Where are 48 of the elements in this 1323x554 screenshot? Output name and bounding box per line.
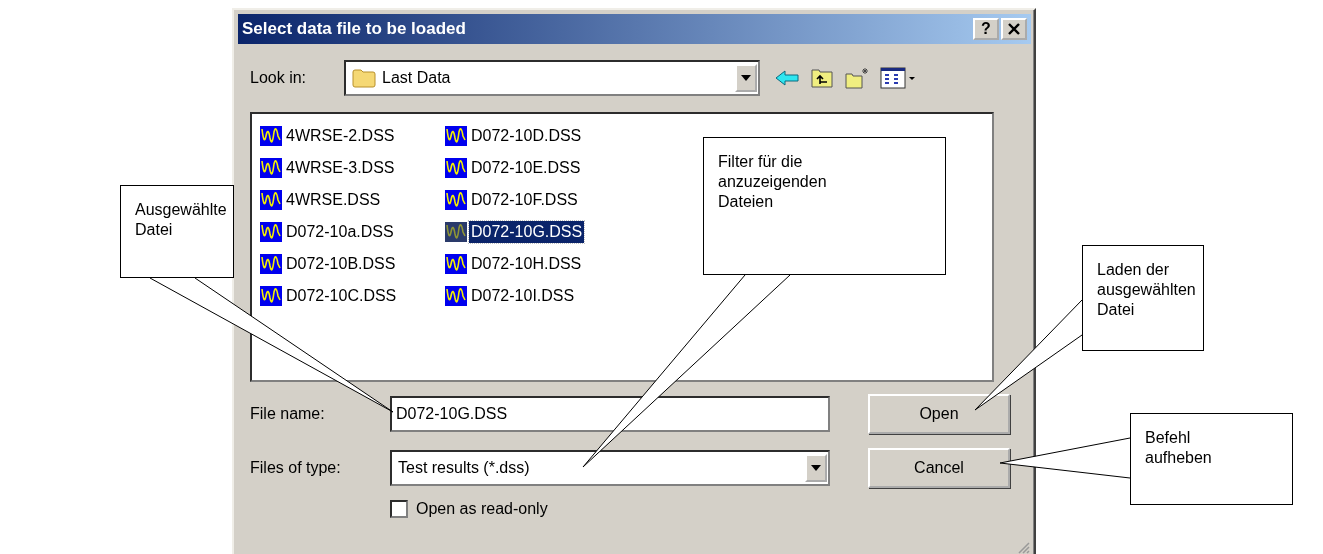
waveform-icon	[445, 158, 467, 178]
file-item[interactable]: D072-10F.DSS	[445, 186, 580, 214]
up-folder-icon[interactable]	[810, 67, 834, 89]
file-item[interactable]: 4WRSE.DSS	[260, 186, 383, 214]
waveform-icon	[260, 126, 282, 146]
read-only-label: Open as read-only	[416, 500, 548, 518]
folder-icon	[352, 68, 376, 88]
file-item[interactable]: 4WRSE-2.DSS	[260, 122, 397, 150]
callout-text: Ausgewählte Datei	[135, 200, 227, 240]
open-button[interactable]: Open	[868, 394, 1010, 434]
resize-grip-icon[interactable]	[1016, 540, 1030, 554]
waveform-icon	[260, 254, 282, 274]
waveform-icon	[260, 222, 282, 242]
file-item[interactable]: D072-10H.DSS	[445, 250, 584, 278]
view-menu-icon[interactable]	[880, 67, 918, 89]
look-in-label: Look in:	[250, 69, 308, 87]
waveform-icon	[445, 222, 467, 242]
waveform-icon	[260, 158, 282, 178]
callout-text: Laden der ausgewählten Datei	[1097, 260, 1196, 320]
waveform-icon	[445, 190, 467, 210]
close-button[interactable]	[1001, 18, 1027, 40]
waveform-icon	[445, 254, 467, 274]
file-item[interactable]: D072-10E.DSS	[445, 154, 583, 182]
file-item[interactable]: D072-10C.DSS	[260, 282, 399, 310]
waveform-icon	[260, 286, 282, 306]
back-arrow-icon[interactable]	[774, 68, 800, 88]
file-item[interactable]: D072-10a.DSS	[260, 218, 396, 246]
file-type-label: Files of type:	[250, 459, 342, 477]
file-item[interactable]: D072-10B.DSS	[260, 250, 398, 278]
waveform-icon	[445, 126, 467, 146]
cancel-button[interactable]: Cancel	[868, 448, 1010, 488]
file-item[interactable]: D072-10I.DSS	[445, 282, 577, 310]
look-in-dropdown[interactable]: Last Data	[344, 60, 760, 96]
close-icon	[1008, 23, 1020, 35]
waveform-icon	[260, 190, 282, 210]
file-name-field[interactable]: D072-10G.DSS	[390, 396, 830, 432]
waveform-icon	[445, 286, 467, 306]
callout-text: Befehl aufheben	[1145, 428, 1212, 468]
help-button[interactable]: ?	[973, 18, 999, 40]
file-item[interactable]: D072-10D.DSS	[445, 122, 584, 150]
file-type-dropdown[interactable]: Test results (*.dss)	[390, 450, 830, 486]
file-name-label: File name:	[250, 405, 326, 423]
window-title: Select data file to be loaded	[242, 19, 466, 39]
callout-text: Filter für die anzuzeigenden Dateien	[718, 152, 827, 212]
read-only-checkbox[interactable]	[390, 500, 408, 518]
look-in-value: Last Data	[382, 69, 452, 87]
new-folder-icon[interactable]	[844, 66, 870, 90]
file-item[interactable]: 4WRSE-3.DSS	[260, 154, 397, 182]
